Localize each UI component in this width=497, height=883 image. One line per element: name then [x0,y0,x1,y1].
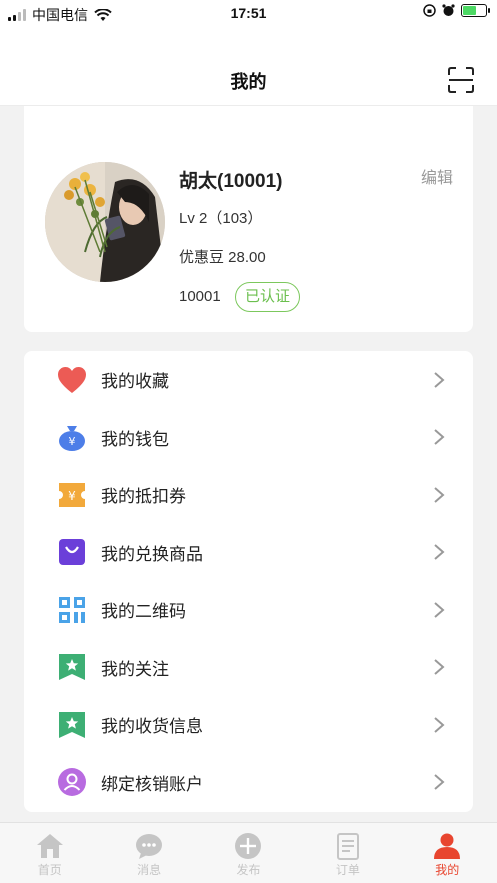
menu-item-label: 我的二维码 [101,602,186,622]
user-name: 胡太(10001) [179,171,283,192]
chevron-right-icon [434,544,445,561]
plus-circle-icon [235,833,262,859]
user-id: 10001 [179,288,221,305]
home-icon [36,834,63,858]
chevron-right-icon [434,486,445,503]
menu-item-bind-account[interactable]: 绑定核销账户 [24,754,473,812]
tab-messages[interactable]: 消息 [99,823,198,883]
tab-orders[interactable]: 订单 [298,823,397,883]
coupon-icon: ¥ [57,480,87,510]
beans-balance: 优惠豆 28.00 [179,249,266,266]
menu-list: 我的收藏 ¥ 我的钱包 ¥ 我的抵扣券 我的兑换商品 我的二维码 我的关注 我的… [24,351,473,812]
menu-item-favorites[interactable]: 我的收藏 [24,351,473,409]
menu-item-qr-code[interactable]: 我的二维码 [24,581,473,639]
svg-text:¥: ¥ [68,489,76,503]
tab-label: 发布 [236,863,261,877]
verified-badge: 已认证 [235,282,301,312]
tab-home[interactable]: 首页 [0,823,99,883]
alarm-icon [442,4,455,16]
avatar-image [45,162,165,282]
tab-label: 消息 [137,863,162,877]
menu-item-label: 我的收藏 [101,372,169,392]
menu-item-following[interactable]: 我的关注 [24,639,473,697]
star-bookmark-icon [57,652,87,682]
tab-label: 订单 [335,863,360,877]
menu-item-exchange[interactable]: 我的兑换商品 [24,524,473,582]
tab-publish[interactable]: 发布 [199,823,298,883]
lock-rotation-icon [423,4,436,17]
menu-item-label: 我的关注 [101,659,169,679]
chevron-right-icon [434,716,445,733]
chevron-right-icon [434,601,445,618]
money-bag-icon: ¥ [57,422,87,452]
chevron-right-icon [434,371,445,388]
status-right [423,4,490,17]
status-bar: 中国电信 17:51 [0,0,497,26]
tab-label: 我的 [435,863,460,877]
shopping-bag-icon [57,537,87,567]
menu-item-label: 我的抵扣券 [101,487,186,507]
menu-item-label: 绑定核销账户 [101,774,203,794]
svg-text:¥: ¥ [69,435,76,448]
tab-me[interactable]: 我的 [398,823,497,883]
edit-button[interactable]: 编辑 [421,164,453,188]
avatar[interactable] [45,162,165,282]
person-icon [434,833,461,859]
profile-card: 胡太(10001) 编辑 Lv 2（103） 优惠豆 28.00 10001 已… [24,106,473,332]
chevron-right-icon [434,659,445,676]
battery-icon [461,4,490,17]
page-title: 我的 [230,72,267,92]
chevron-right-icon [434,429,445,446]
nav-bar: 我的 [0,26,497,106]
chevron-right-icon [434,774,445,791]
menu-item-label: 我的钱包 [101,429,169,449]
menu-item-shipping-info[interactable]: 我的收货信息 [24,696,473,754]
tab-label: 首页 [37,863,62,877]
user-level: Lv 2（103） [179,210,263,227]
menu-item-coupons[interactable]: ¥ 我的抵扣券 [24,466,473,524]
user-circle-icon [57,767,87,797]
order-icon [336,833,359,860]
menu-item-label: 我的兑换商品 [101,544,203,564]
tab-bar: 首页 消息 发布 订单 我的 [0,822,497,883]
star-bookmark-icon [57,710,87,740]
message-icon [136,834,163,859]
menu-item-wallet[interactable]: ¥ 我的钱包 [24,409,473,467]
scan-icon[interactable] [447,66,475,94]
menu-item-label: 我的收货信息 [101,717,203,737]
heart-icon [57,365,87,395]
qr-code-icon [57,595,87,625]
